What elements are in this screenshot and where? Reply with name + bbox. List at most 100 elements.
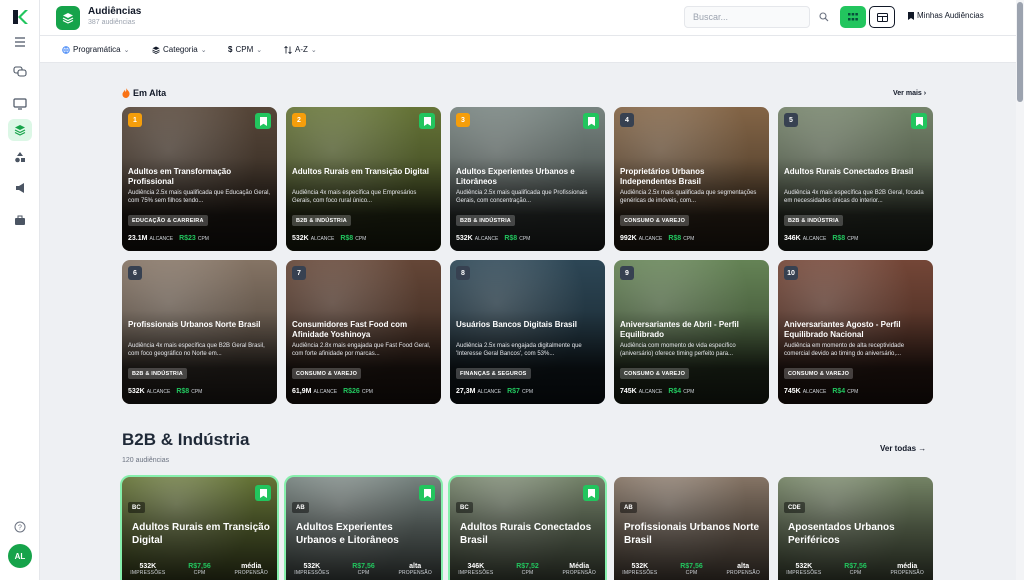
audience-card[interactable]: 2 Adultos Rurais em Transição Digital Au… [286,107,441,251]
card-stats: 532K ALCANCE R$8 CPM [128,388,206,395]
cpm-metric: R$7,56 CPM [338,563,390,576]
reach-label: ALCANCE [313,389,338,395]
grid-view-button[interactable] [840,6,866,28]
reach-label: ALCANCE [149,236,174,242]
audience-card[interactable]: 4 Proprietários Urbanos Independentes Br… [614,107,769,251]
reach-label: ALCANCE [802,236,827,242]
see-more-label: Ver mais [893,90,922,97]
card-description: Audiência 4x mais específica que B2B Ger… [784,190,924,204]
audience-card[interactable]: 6 Profissionais Urbanos Norte Brasil Aud… [122,260,277,404]
filter-label: Programática [73,45,121,54]
scrollbar-thumb[interactable] [1017,2,1023,102]
reach-value: 23.1M [128,235,148,242]
cpm-value: R$8 [668,235,682,242]
audience-card[interactable]: AB Profissionais Urbanos Norte Brasil 53… [614,477,769,580]
monitor-icon[interactable] [8,93,32,115]
audience-count: 387 audiências [88,19,136,26]
megaphone-icon[interactable] [8,177,32,199]
bookmark-button[interactable] [255,113,271,129]
cpm-value: R$4 [832,388,846,395]
bookmark-button[interactable] [583,113,599,129]
my-audiences-link[interactable]: Minhas Audiências [908,11,984,20]
audiences-app-icon [56,6,80,30]
cpm-value: R$8 [504,235,518,242]
card-title: Aniversariantes de Abril - Perfil Equili… [620,320,739,339]
cpm-label: CPM [847,236,859,242]
menu-icon[interactable] [8,31,32,53]
filter-programatica[interactable]: Programática ⌄ [62,45,129,54]
bookmark-button[interactable] [911,113,927,129]
bookmark-icon [915,116,923,126]
audience-card[interactable]: 3 Adultos Experientes Urbanos e Litorâne… [450,107,605,251]
audience-card[interactable]: 9 Aniversariantes de Abril - Perfil Equi… [614,260,769,404]
audience-card[interactable]: AB Adultos Experientes Urbanos e Litorân… [286,477,441,580]
shapes-icon[interactable] [8,146,32,168]
cpm-value: R$7,56 [680,563,703,570]
audience-card[interactable]: CDE Aposentados Urbanos Periféricos 532K… [778,477,933,580]
table-view-button[interactable] [869,6,895,28]
category-tag: CONSUMO & VAREJO [620,368,690,379]
filter-cpm[interactable]: $ CPM ⌄ [228,45,262,54]
filter-sort[interactable]: A-Z ⌄ [284,45,317,54]
chat-icon[interactable] [8,61,32,83]
social-class-badge: AB [292,502,309,513]
reach-label: ALCANCE [477,389,502,395]
filter-label: A-Z [295,45,308,54]
briefcase-icon[interactable] [8,209,32,231]
see-more-link[interactable]: Ver mais › [893,90,926,97]
bookmark-icon [423,488,431,498]
search-icon[interactable] [816,9,832,25]
bookmark-button[interactable] [255,485,271,501]
audience-card[interactable]: 10 Aniversariantes Agosto - Perfil Equil… [778,260,933,404]
card-stats: 745K ALCANCE R$4 CPM [784,388,862,395]
card-stats: 745K ALCANCE R$4 CPM [620,388,698,395]
reach-value: 532K [292,235,309,242]
rank-badge: 7 [292,266,306,280]
cpm-label: CPM [193,570,206,576]
dollar-icon: $ [228,45,233,54]
cpm-value: R$7,52 [516,563,539,570]
filter-label: Categoria [163,45,198,54]
audience-card[interactable]: 5 Adultos Rurais Conectados Brasil Audiê… [778,107,933,251]
main-content: Em Alta Ver mais › 1 Adultos em Transfor… [40,63,1015,580]
section-hot-label: Em Alta [133,88,167,98]
image-overlay [286,107,441,251]
bookmark-button[interactable] [419,113,435,129]
propensity-label: PROPENSÃO [890,570,924,576]
audience-card[interactable]: 1 Adultos em Transformação Profissional … [122,107,277,251]
layers-icon[interactable] [8,119,32,141]
social-class-badge: BC [456,502,473,513]
filter-label: CPM [235,45,254,54]
avatar[interactable]: AL [8,544,32,568]
propensity-metric: média PROPENSÃO [225,563,277,576]
card-stats: 346K ALCANCE R$8 CPM [784,235,862,242]
impressions-value: 532K [795,563,813,570]
propensity-label: PROPENSÃO [398,570,432,576]
sidebar: ? AL [0,0,40,580]
cpm-label: CPM [197,236,209,242]
rank-badge: 3 [456,113,470,127]
cpm-metric: R$7,56 CPM [666,563,718,576]
cpm-value: R$4 [668,388,682,395]
filter-categoria[interactable]: Categoria ⌄ [152,45,207,54]
bookmark-button[interactable] [583,485,599,501]
search-input[interactable] [684,6,810,28]
card-title: Adultos Experientes Urbanos e Litorâneos [296,522,399,546]
cpm-metric: R$7,52 CPM [502,563,554,576]
card-description: Audiência 2.5x mais qualificada que segm… [620,190,757,204]
audience-card[interactable]: 8 Usuários Bancos Digitais Brasil Audiên… [450,260,605,404]
bookmark-button[interactable] [419,485,435,501]
reach-value: 27,3M [456,388,476,395]
card-description: Audiência 2.8x mais engajada que Fast Fo… [292,343,431,357]
propensity-metric: alta PROPENSÃO [389,563,441,576]
brand-logo[interactable] [11,8,29,26]
cpm-value: R$23 [179,235,196,242]
audience-card[interactable]: BC Adultos Rurais em Transição Digital 5… [122,477,277,580]
audience-card[interactable]: 7 Consumidores Fast Food com Afinidade Y… [286,260,441,404]
card-metrics: 532K IMPRESSÕES R$7,56 CPM alta PROPENSÃ… [286,563,441,576]
bookmark-icon [259,116,267,126]
audience-card[interactable]: BC Adultos Rurais Conectados Brasil 346K… [450,477,605,580]
svg-text:?: ? [18,525,22,532]
help-icon[interactable]: ? [8,516,32,538]
see-all-link[interactable]: Ver todas → [880,444,926,453]
